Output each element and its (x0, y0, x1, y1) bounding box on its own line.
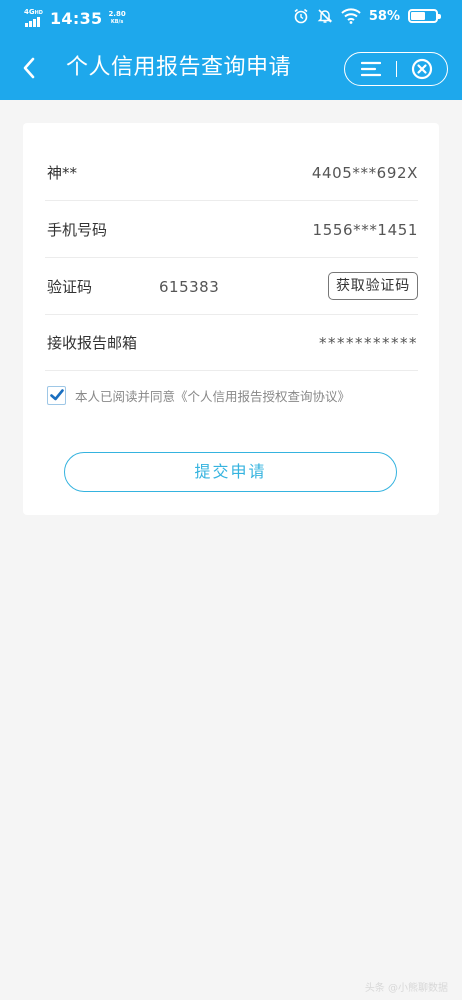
verification-code-label: 验证码 (47, 278, 93, 296)
phone-label: 手机号码 (47, 221, 108, 239)
mini-program-capsule (344, 52, 448, 86)
phone-row: 手机号码 1556***1451 (45, 202, 418, 258)
wifi-icon (341, 8, 361, 24)
network-hd: HD (34, 10, 43, 16)
checkmark-icon (49, 389, 64, 401)
network-type: 4GHD (24, 8, 43, 16)
agreement-checkbox[interactable] (47, 385, 66, 405)
battery-percent: 58% (368, 8, 400, 24)
network-speed: 2.80 KB/s (108, 10, 125, 26)
get-code-button[interactable]: 获取验证码 (328, 272, 418, 300)
chevron-left-icon (23, 57, 35, 79)
battery-icon (408, 9, 441, 23)
clock: 14:35 (50, 8, 103, 28)
email-value[interactable]: *********** (319, 315, 418, 371)
status-bar: 4GHD 14:35 2.80 KB/s 58% (0, 0, 462, 36)
email-row: 接收报告邮箱 *********** (45, 315, 418, 371)
status-left: 4GHD 14:35 2.80 KB/s (24, 8, 126, 28)
mute-icon (317, 9, 333, 23)
application-form-card: 神** 4405***692X 手机号码 1556***1451 验证码 615… (23, 123, 439, 515)
page-title: 个人信用报告查询申请 (66, 55, 292, 80)
id-number-value: 4405***692X (311, 164, 418, 182)
agreement-text[interactable]: 本人已阅读并同意《个人信用报告授权查询协议》 (75, 386, 350, 405)
close-circle-icon (411, 58, 432, 79)
status-right: 58% (293, 8, 441, 24)
close-button[interactable] (396, 53, 447, 84)
hamburger-menu-icon (360, 61, 381, 76)
name-label: 神** (47, 164, 78, 182)
verification-code-input[interactable]: 615383 (159, 259, 219, 315)
nav-bar: 个人信用报告查询申请 (0, 36, 462, 100)
agreement-row: 本人已阅读并同意《个人信用报告授权查询协议》 (47, 385, 350, 405)
email-label: 接收报告邮箱 (47, 334, 138, 352)
signal-icon: 4GHD (24, 8, 46, 28)
watermark: 头条 @小熊聊数据 (364, 983, 448, 994)
alarm-icon (294, 8, 308, 24)
back-button[interactable] (14, 50, 44, 86)
menu-button[interactable] (345, 53, 396, 84)
speed-value: 2.80 (108, 10, 126, 18)
verification-code-row: 验证码 615383 获取验证码 (45, 259, 418, 315)
phone-value: 1556***1451 (312, 221, 418, 239)
battery-fill (411, 12, 425, 20)
speed-unit: KB/s (110, 19, 124, 25)
name-row: 神** 4405***692X (45, 145, 418, 201)
submit-button[interactable]: 提交申请 (64, 452, 397, 492)
